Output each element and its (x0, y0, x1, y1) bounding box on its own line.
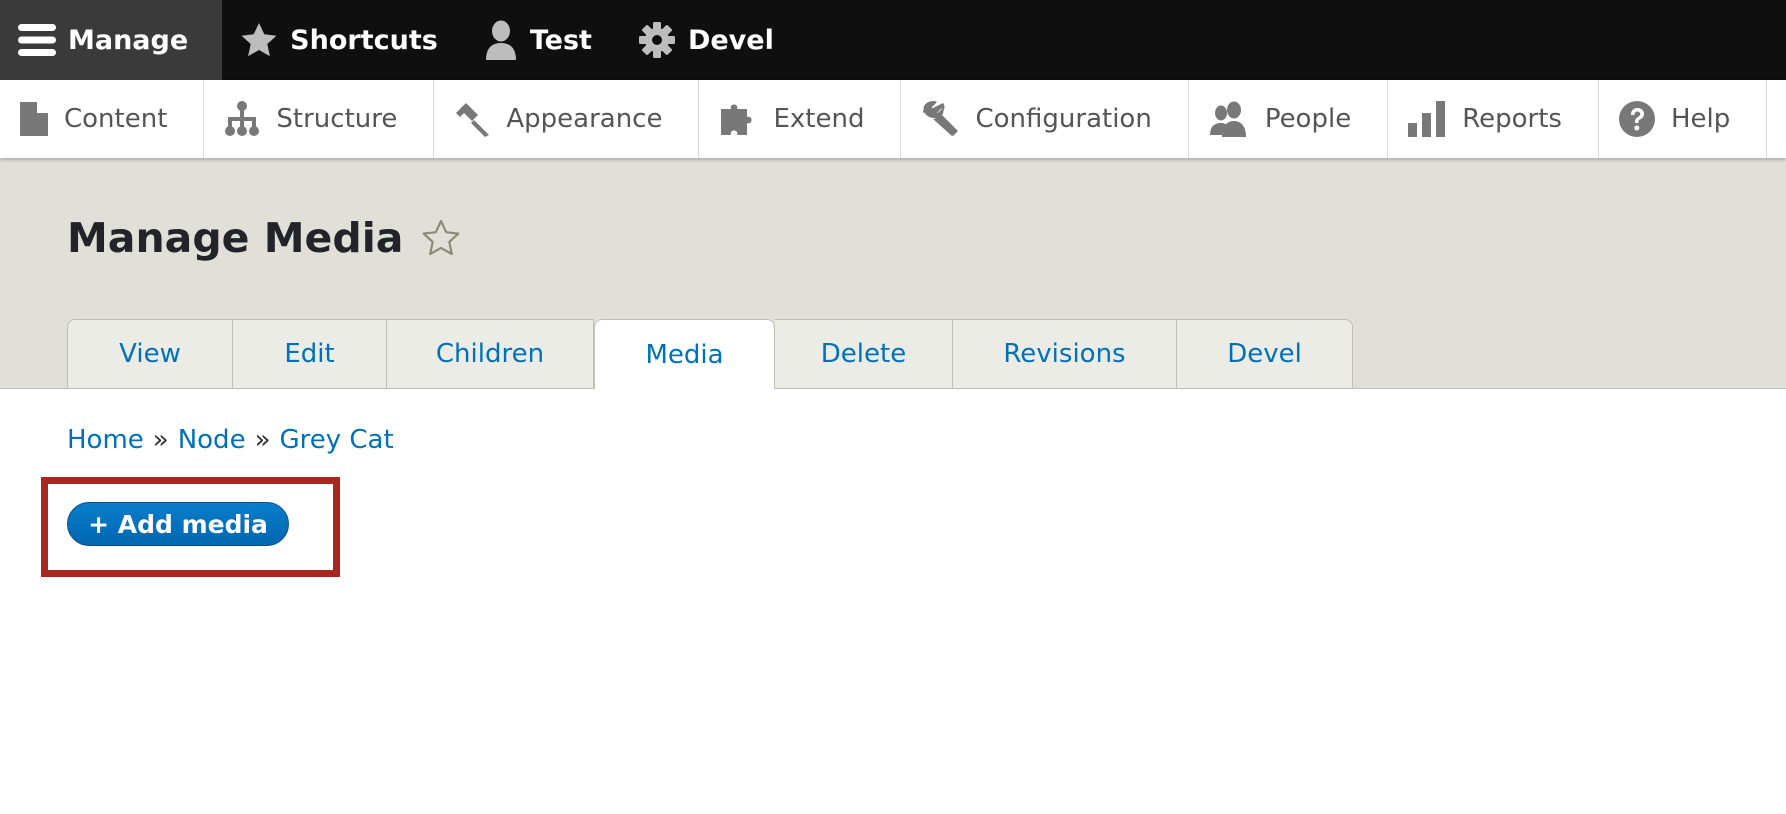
tab-view[interactable]: View (67, 319, 233, 388)
toolbar-item-manage[interactable]: Manage (0, 0, 223, 80)
tray-item-structure[interactable]: Structure (204, 80, 435, 158)
tray-item-label: Content (64, 104, 168, 134)
toolbar-item-label: Shortcuts (290, 24, 438, 56)
tray-item-label: Structure (276, 104, 398, 134)
gear-icon (638, 22, 675, 58)
tab-edit[interactable]: Edit (233, 319, 387, 388)
tab-children[interactable]: Children (387, 319, 594, 388)
bar-chart-icon (1408, 101, 1446, 137)
tab-devel[interactable]: Devel (1177, 319, 1353, 388)
people-icon (1209, 101, 1246, 137)
breadcrumb-link-node[interactable]: Node (178, 425, 246, 455)
admin-toolbar: Manage Shortcuts Test Devel (0, 0, 1786, 80)
breadcrumb-link-grey-cat[interactable]: Grey Cat (279, 425, 393, 455)
toolbar-item-devel[interactable]: Devel (620, 0, 802, 80)
primary-tabs: View Edit Children Media Delete Revision… (67, 319, 1353, 389)
tray-item-content[interactable]: Content (0, 80, 205, 158)
document-icon (20, 102, 48, 136)
tray-item-label: Reports (1462, 104, 1562, 134)
menu-icon (18, 24, 56, 56)
user-icon (485, 20, 516, 60)
page-header: Manage Media View Edit Children Media De… (0, 158, 1786, 389)
toolbar-item-label: Test (529, 24, 592, 56)
tray-item-people[interactable]: People (1189, 80, 1389, 158)
toolbar-item-shortcuts[interactable]: Shortcuts (222, 0, 466, 80)
tray-item-label: Appearance (506, 104, 663, 134)
tab-delete[interactable]: Delete (775, 319, 953, 388)
breadcrumb-separator: » (254, 425, 271, 455)
breadcrumb-link-home[interactable]: Home (67, 425, 144, 455)
star-outline-icon[interactable] (421, 218, 461, 258)
sitemap-icon (225, 101, 260, 136)
tray-item-reports[interactable]: Reports (1388, 80, 1599, 158)
tray-item-label: Configuration (975, 104, 1152, 134)
star-icon (241, 23, 277, 57)
page-title-row: Manage Media (67, 214, 461, 262)
toolbar-item-user[interactable]: Test (466, 0, 620, 80)
page-title: Manage Media (67, 214, 404, 262)
tab-media[interactable]: Media (594, 319, 775, 389)
tray-item-label: Extend (773, 104, 865, 134)
toolbar-item-label: Manage (68, 24, 189, 56)
paintbrush-icon (456, 103, 490, 137)
breadcrumb-separator: » (152, 425, 169, 455)
tray-item-extend[interactable]: Extend (699, 80, 902, 158)
tray-item-help[interactable]: Help (1599, 80, 1768, 158)
toolbar-item-label: Devel (687, 24, 774, 56)
tray-item-configuration[interactable]: Configuration (901, 80, 1189, 158)
puzzle-icon (721, 104, 752, 135)
breadcrumb: Home » Node » Grey Cat (67, 425, 394, 455)
help-icon (1618, 101, 1655, 137)
tab-revisions[interactable]: Revisions (953, 319, 1177, 388)
tray-item-appearance[interactable]: Appearance (434, 80, 700, 158)
tray-item-label: People (1264, 104, 1352, 134)
admin-menu-tray: Content Structure Appearance Extend Conf… (0, 80, 1786, 158)
wrench-icon (923, 101, 959, 136)
tray-item-label: Help (1670, 104, 1731, 134)
add-media-button[interactable]: + Add media (67, 502, 289, 546)
